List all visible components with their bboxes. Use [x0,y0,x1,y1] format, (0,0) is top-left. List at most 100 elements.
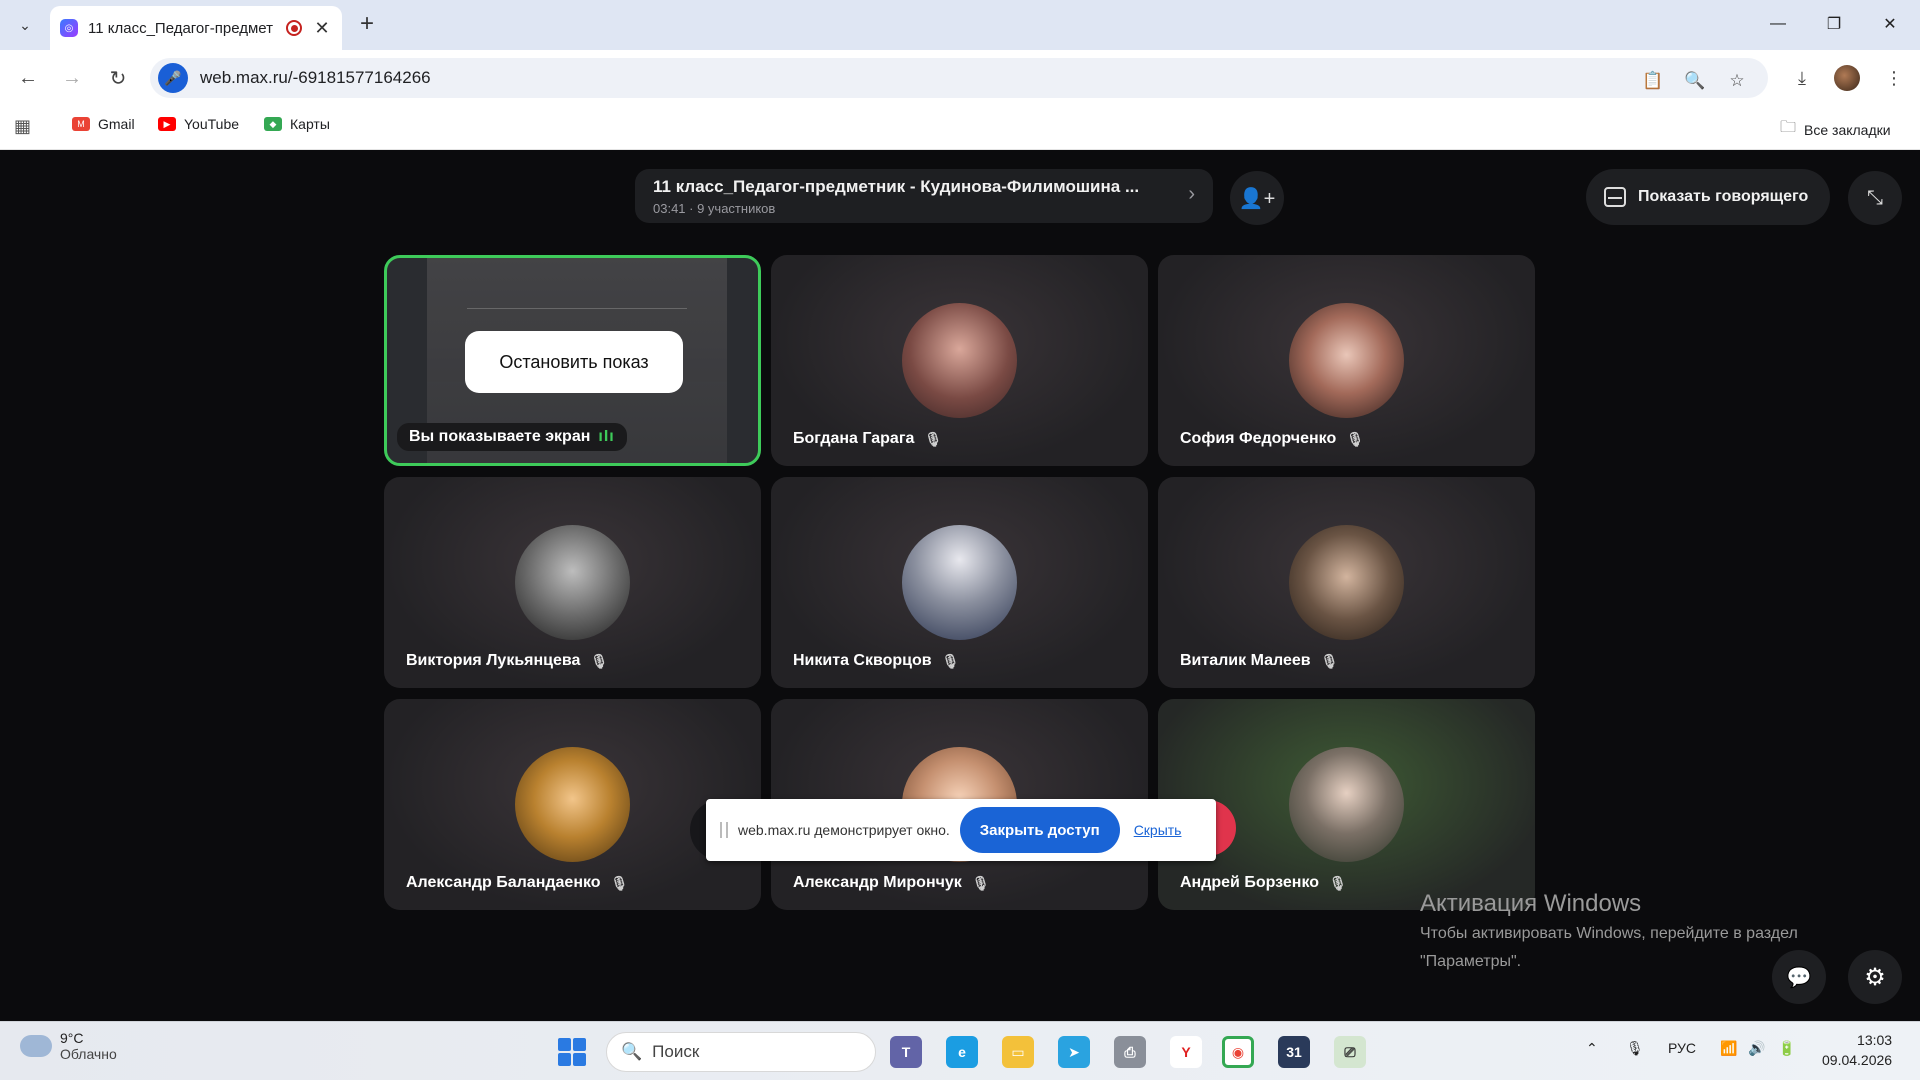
maps-icon: ◆ [264,117,282,131]
participant-tile[interactable]: Никита Скворцов 🎙 [771,477,1148,688]
volume-icon[interactable]: 🔊 [1748,1040,1765,1057]
participant-name: София Федорченко [1180,430,1337,447]
url-text[interactable]: web.max.ru/-69181577164266 [200,68,431,88]
avatar [902,303,1017,418]
restore-window-button[interactable]: ❐ [1806,8,1862,40]
participant-tile[interactable]: София Федорченко 🎙 [1158,255,1535,466]
tab-search-chevron-icon[interactable]: ⌄ [12,12,38,38]
calendar-app-icon[interactable]: 31 [1278,1036,1310,1068]
recording-indicator-icon [286,20,302,36]
clipboard-icon[interactable]: 📋 [1640,68,1666,94]
windows-activation-watermark: Активация Windows Чтобы активировать Win… [1420,890,1798,974]
reload-icon[interactable]: ↻ [102,62,134,94]
tab-close-icon[interactable]: ✕ [312,18,332,39]
mic-off-icon: 🎙 [924,430,943,447]
stop-share-button[interactable]: Остановить показ [465,331,683,393]
bookmark-maps[interactable]: ◆ Карты [264,116,330,132]
participant-name: Виктория Лукьянцева [406,652,581,669]
profile-avatar[interactable] [1834,65,1860,91]
printer-icon[interactable]: ⎙ [1114,1036,1146,1068]
mic-off-icon: 🎙 [1329,874,1347,891]
collapse-icon[interactable]: ⤡ [1848,171,1902,225]
show-speaker-button[interactable]: Показать говорящего [1586,169,1830,225]
participant-name: Андрей Борзенко [1180,874,1320,891]
forward-arrow-icon[interactable]: → [56,62,88,94]
participant-tile[interactable]: Виктория Лукьянцева 🎙 [384,477,761,688]
meeting-title-pill[interactable]: 11 класс_Педагог-предметник - Кудинова-Ф… [635,169,1213,223]
youtube-icon: ▶ [158,117,176,131]
close-window-button[interactable]: ✕ [1862,8,1918,40]
mic-permission-icon[interactable]: 🎤 [158,63,188,93]
all-bookmarks[interactable]: 🗀 Все закладки [1780,116,1891,143]
audio-level-icon: ıIı [598,428,615,445]
mic-off-icon: 🎙 [590,652,609,669]
taskbar-search[interactable]: 🔍 Поиск [606,1032,876,1072]
tray-expand-icon[interactable]: ⌃ [1586,1040,1598,1057]
folder-icon: 🗀 [1780,119,1797,136]
chevron-right-icon: › [1188,183,1195,205]
address-bar[interactable]: 🎤 web.max.ru/-69181577164266 📋 🔍 ☆ [150,58,1768,98]
system-clock[interactable]: 13:03 09.04.2026 [1822,1030,1892,1070]
browser-tab-strip: ⌄ ◎ 11 класс_Педагог-предмет ✕ + — ❐ ✕ [0,0,1920,50]
tray-mic-icon[interactable]: 🎙 [1626,1040,1644,1057]
self-share-label: Вы показываете экран ıIı [397,423,627,451]
search-icon: 🔍 [621,1042,643,1061]
participant-name: Виталик Малеев [1180,652,1311,669]
meeting-title: 11 класс_Педагог-предметник - Кудинова-Ф… [653,177,1140,196]
participant-name: Александр Мирончук [793,874,962,891]
activation-line2: "Параметры". [1420,953,1522,970]
windows-taskbar: 9°C Облачно 🔍 Поиск T e ▭ ➤ ⎙ Y ◉ 31 ⎚ ⌃… [0,1021,1920,1080]
input-language[interactable]: РУС [1668,1040,1696,1056]
activation-line1: Чтобы активировать Windows, перейдите в … [1420,925,1798,942]
activation-title: Активация Windows [1420,890,1642,917]
yandex-browser-icon[interactable]: Y [1170,1036,1202,1068]
avatar [1289,747,1404,862]
search-placeholder: Поиск [652,1042,700,1061]
teams-icon[interactable]: T [890,1036,922,1068]
chat-icon[interactable]: 💬 [1772,950,1826,1004]
browser-toolbar: ← → ↻ 🎤 web.max.ru/-69181577164266 📋 🔍 ☆… [0,50,1920,106]
edge-icon[interactable]: e [946,1036,978,1068]
file-explorer-icon[interactable]: ▭ [1002,1036,1034,1068]
new-tab-button[interactable]: + [352,10,382,38]
apps-grid-icon[interactable]: ▦ [14,116,31,137]
mic-off-icon: 🎙 [610,874,629,891]
back-arrow-icon[interactable]: ← [12,62,44,94]
speaker-layout-icon [1604,187,1626,207]
clock-time: 13:03 [1857,1032,1893,1048]
hide-notice-link[interactable]: Скрыть [1134,822,1182,838]
weather-widget[interactable]: 9°C Облачно [20,1030,117,1062]
settings-gear-icon[interactable]: ⚙ [1848,950,1902,1004]
add-participant-button[interactable]: 👤+ [1230,171,1284,225]
network-app-icon[interactable]: ⎚ [1334,1036,1366,1068]
avatar [515,525,630,640]
mic-off-icon: 🎙 [941,652,960,669]
clock-date: 09.04.2026 [1822,1052,1893,1068]
minimize-window-button[interactable]: — [1750,8,1806,40]
browser-tab-active[interactable]: ◎ 11 класс_Педагог-предмет ✕ [50,6,342,50]
download-icon[interactable]: ⤓ [1788,64,1816,92]
battery-icon[interactable]: 🔋 [1778,1040,1795,1057]
chrome-menu-icon[interactable]: ⋮ [1880,64,1908,92]
weather-temp: 9°C [60,1030,84,1046]
telegram-icon[interactable]: ➤ [1058,1036,1090,1068]
participant-tile[interactable]: Богдана Гарага 🎙 [771,255,1148,466]
chrome-icon[interactable]: ◉ [1222,1036,1254,1068]
avatar [1289,525,1404,640]
drag-handle-icon[interactable] [720,822,728,838]
start-button[interactable] [558,1038,586,1066]
bookmark-star-icon[interactable]: ☆ [1724,68,1750,94]
zoom-icon[interactable]: 🔍 [1682,68,1708,94]
wifi-icon[interactable]: 📶 [1720,1040,1737,1057]
share-notice-text: web.max.ru демонстрирует окно. [738,822,950,838]
participant-tile[interactable]: Виталик Малеев 🎙 [1158,477,1535,688]
bookmark-youtube[interactable]: ▶ YouTube [158,116,239,132]
meeting-subtitle: 03:41 · 9 участников [653,201,776,216]
stop-access-button[interactable]: Закрыть доступ [959,807,1120,853]
gmail-icon: M [72,117,90,131]
bookmark-gmail[interactable]: M Gmail [72,116,135,132]
self-share-tile[interactable]: Остановить показ Вы показываете экран ıI… [384,255,761,466]
weather-condition: Облачно [60,1046,117,1062]
bookmarks-bar: ▦ M Gmail ▶ YouTube ◆ Карты 🗀 Все заклад… [0,106,1920,150]
screen-share-notice: web.max.ru демонстрирует окно. Закрыть д… [706,799,1216,861]
